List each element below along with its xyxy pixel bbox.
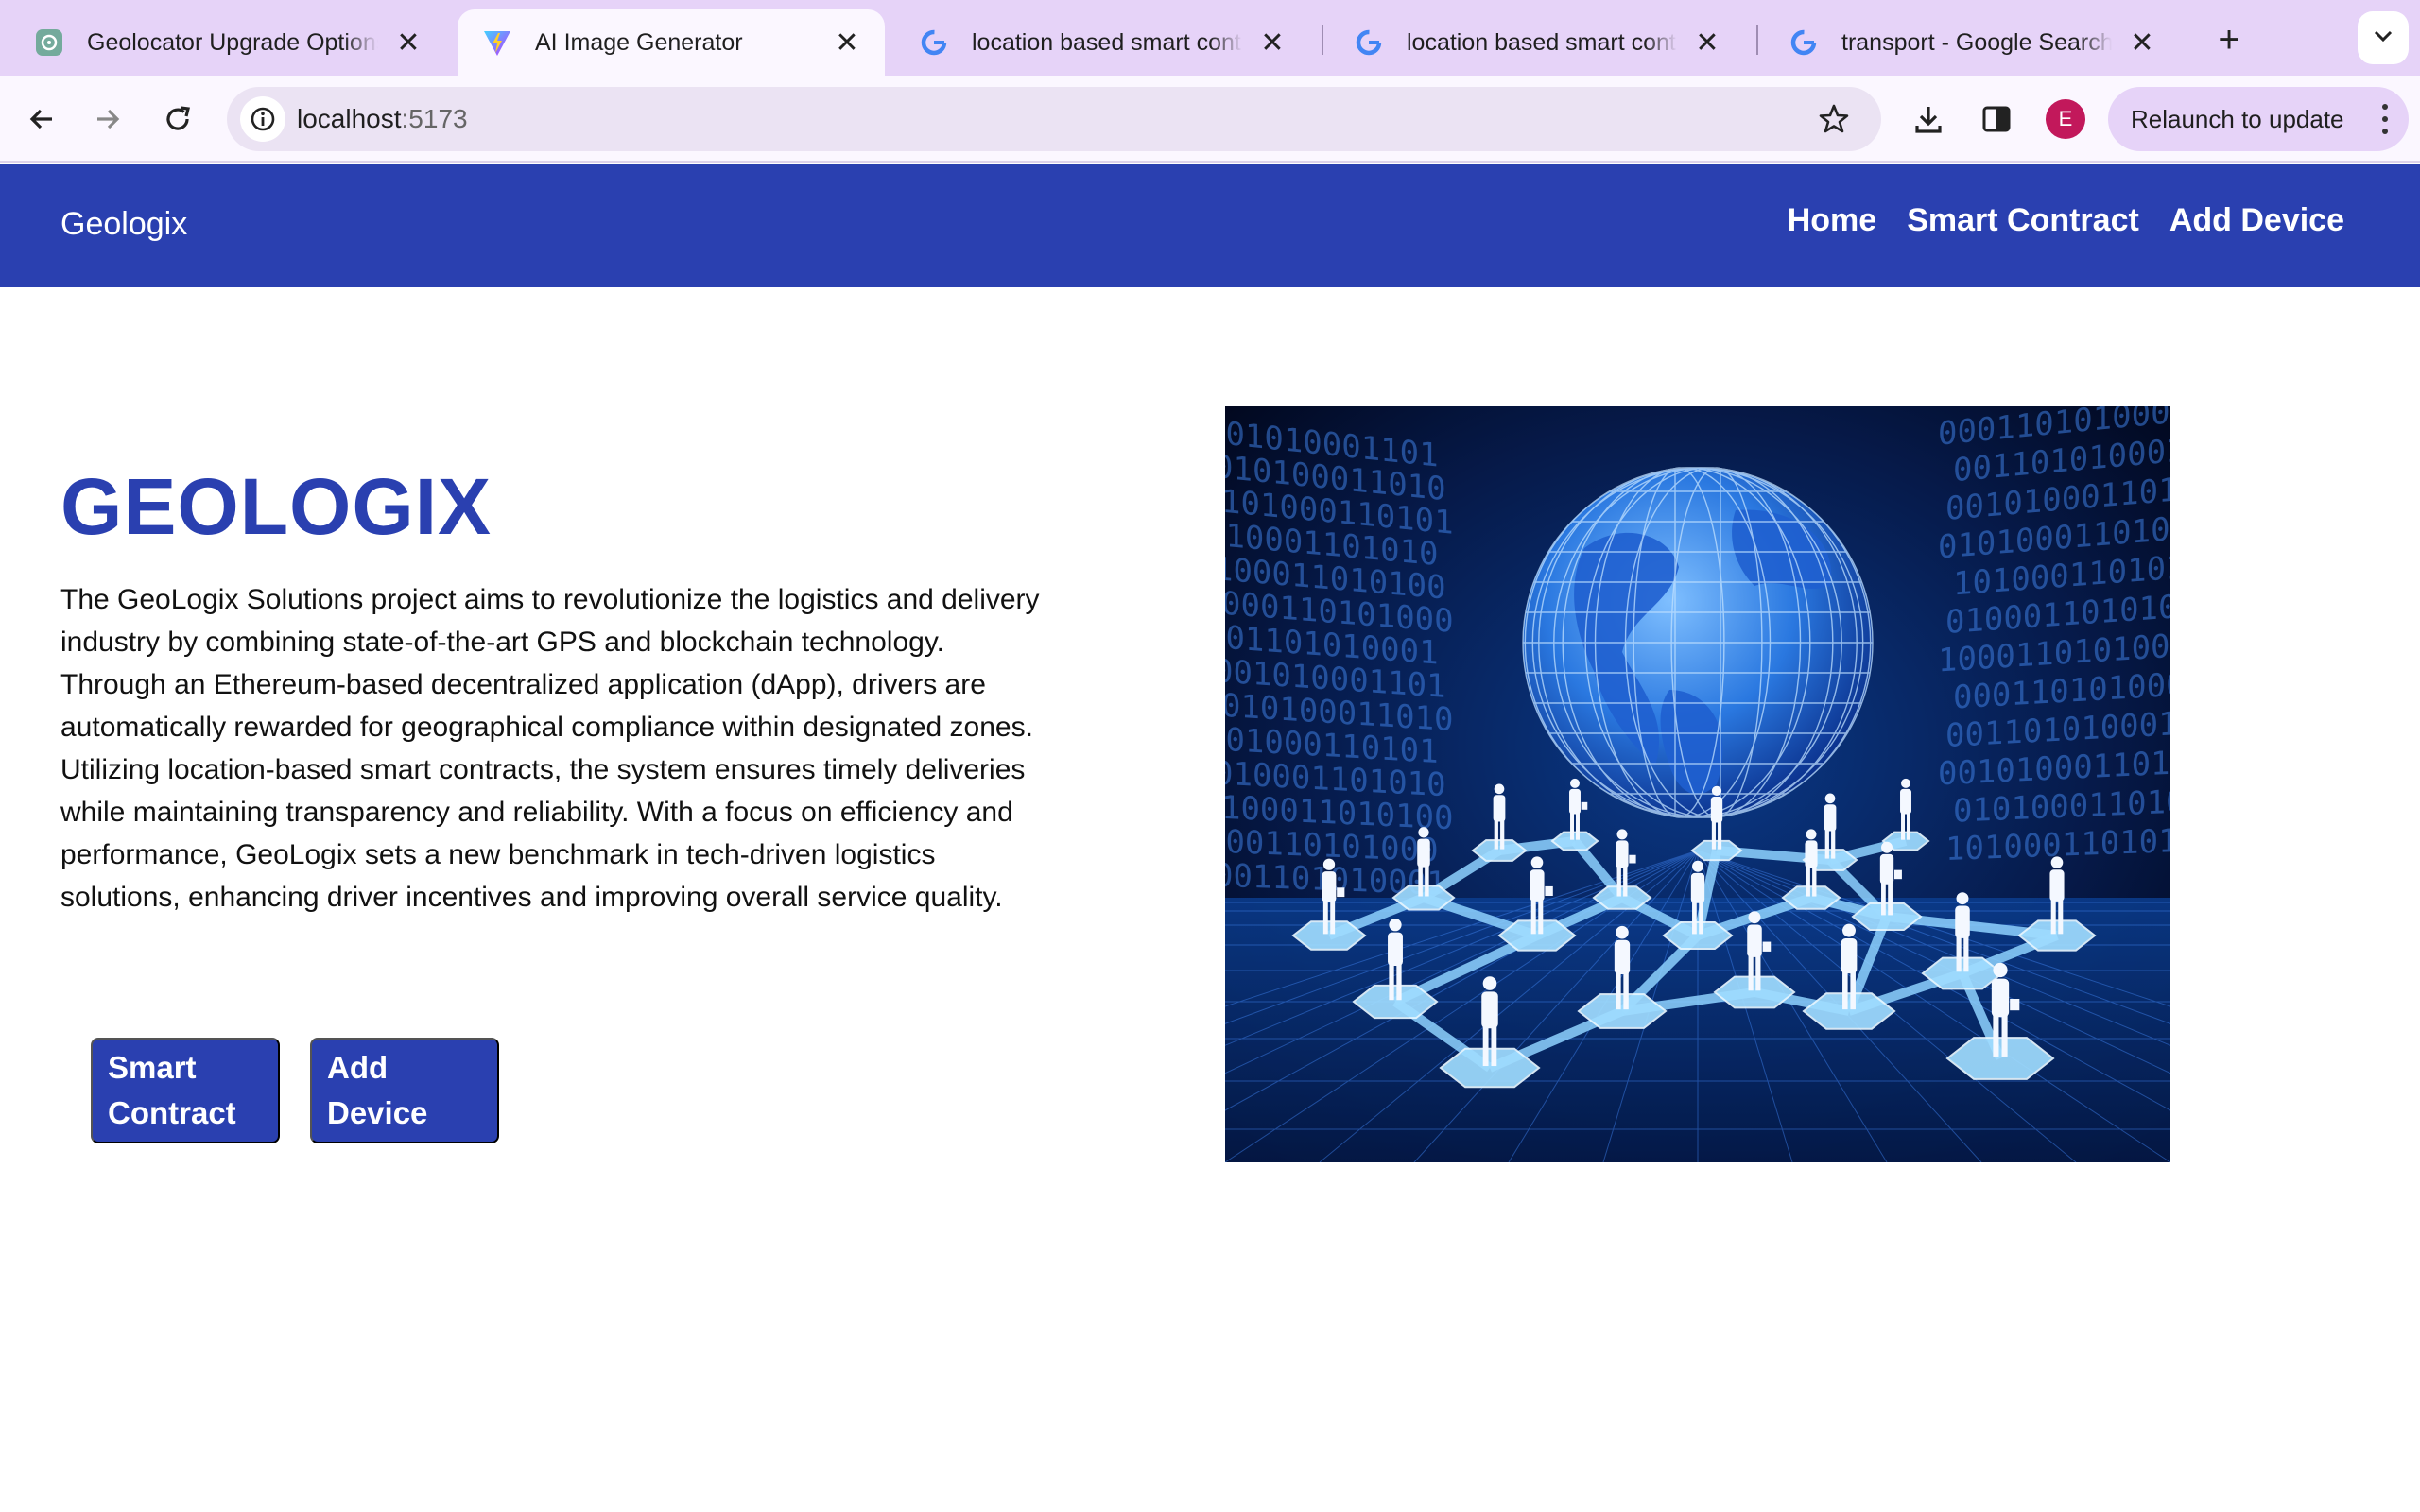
reload-icon	[166, 106, 190, 130]
vite-icon	[482, 27, 512, 58]
close-icon[interactable]: ✕	[830, 26, 864, 60]
hero-title: GEOLOGIX	[60, 462, 493, 551]
forward-button[interactable]	[83, 94, 132, 144]
close-icon[interactable]: ✕	[1255, 26, 1289, 60]
url-host: localhost	[297, 104, 402, 133]
tab-transport-search[interactable]: transport - Google Search ✕	[1764, 9, 2180, 76]
hero-image-globe-network: 0010100011010100011010100101000110101000…	[1225, 406, 2170, 1162]
arrow-left-icon	[29, 109, 52, 129]
app-navbar: Geologix Home Smart Contract Add Device	[0, 164, 2420, 287]
new-tab-button[interactable]: +	[2208, 19, 2250, 60]
tab-title: location based smart contract	[1407, 28, 1677, 56]
smart-contract-button[interactable]: Smart Contract	[91, 1038, 280, 1143]
nav-link-smart-contract[interactable]: Smart Contract	[1907, 202, 2139, 239]
back-button[interactable]	[17, 94, 66, 144]
tab-location-smart-contract-1[interactable]: location based smart contract ✕	[894, 9, 1310, 76]
close-icon[interactable]: ✕	[391, 26, 425, 60]
chatgpt-icon	[34, 27, 64, 58]
address-bar[interactable]: localhost:5173	[227, 87, 1881, 151]
hero-description: The GeoLogix Solutions project aims to r…	[60, 584, 1040, 913]
site-info-icon[interactable]	[240, 96, 285, 142]
download-icon[interactable]	[1906, 96, 1951, 142]
brand-logo-text[interactable]: Geologix	[60, 206, 187, 243]
arrow-right-icon	[97, 109, 120, 129]
bookmark-star-icon[interactable]	[1815, 100, 1853, 138]
tab-geolocator[interactable]: Geolocator Upgrade Options ✕	[9, 9, 446, 76]
close-icon[interactable]: ✕	[2125, 26, 2159, 60]
tab-title: location based smart contract	[972, 28, 1242, 56]
nav-link-home[interactable]: Home	[1788, 202, 1876, 239]
google-icon	[1354, 27, 1384, 58]
tab-separator	[1756, 25, 1758, 55]
globe	[1522, 467, 1874, 818]
tab-ai-image-generator[interactable]: AI Image Generator ✕	[458, 9, 885, 76]
reload-button[interactable]	[153, 94, 202, 144]
url-text[interactable]: localhost:5173	[297, 104, 468, 134]
side-panel-icon[interactable]	[1974, 96, 2019, 142]
relaunch-label: Relaunch to update	[2131, 104, 2344, 133]
nav-link-add-device[interactable]: Add Device	[2169, 202, 2344, 239]
nav-links: Home Smart Contract Add Device	[1788, 202, 2344, 239]
globe-network-illustration: 0010100011010100011010100101000110101000…	[1225, 406, 2170, 1162]
relaunch-button[interactable]: Relaunch to update	[2108, 87, 2409, 151]
google-icon	[919, 27, 949, 58]
tab-title: Geolocator Upgrade Options	[87, 28, 378, 56]
more-menu-icon[interactable]	[2380, 104, 2390, 134]
close-icon[interactable]: ✕	[1690, 26, 1724, 60]
tab-title: AI Image Generator	[535, 28, 743, 56]
add-device-button[interactable]: Add Device	[310, 1038, 499, 1143]
chevron-down-icon	[2373, 29, 2394, 47]
browser-tab-strip: Geolocator Upgrade Options ✕ AI Image Ge…	[0, 0, 2420, 76]
profile-avatar[interactable]: E	[2046, 99, 2085, 139]
tab-separator	[1322, 25, 1323, 55]
browser-toolbar: localhost:5173 E Relaunch to update	[0, 76, 2420, 163]
tab-title: transport - Google Search	[1841, 28, 2112, 56]
tab-location-smart-contract-2[interactable]: location based smart contract ✕	[1329, 9, 1745, 76]
google-icon	[1789, 27, 1819, 58]
url-port: :5173	[401, 104, 468, 133]
tab-search-button[interactable]	[2358, 11, 2409, 64]
